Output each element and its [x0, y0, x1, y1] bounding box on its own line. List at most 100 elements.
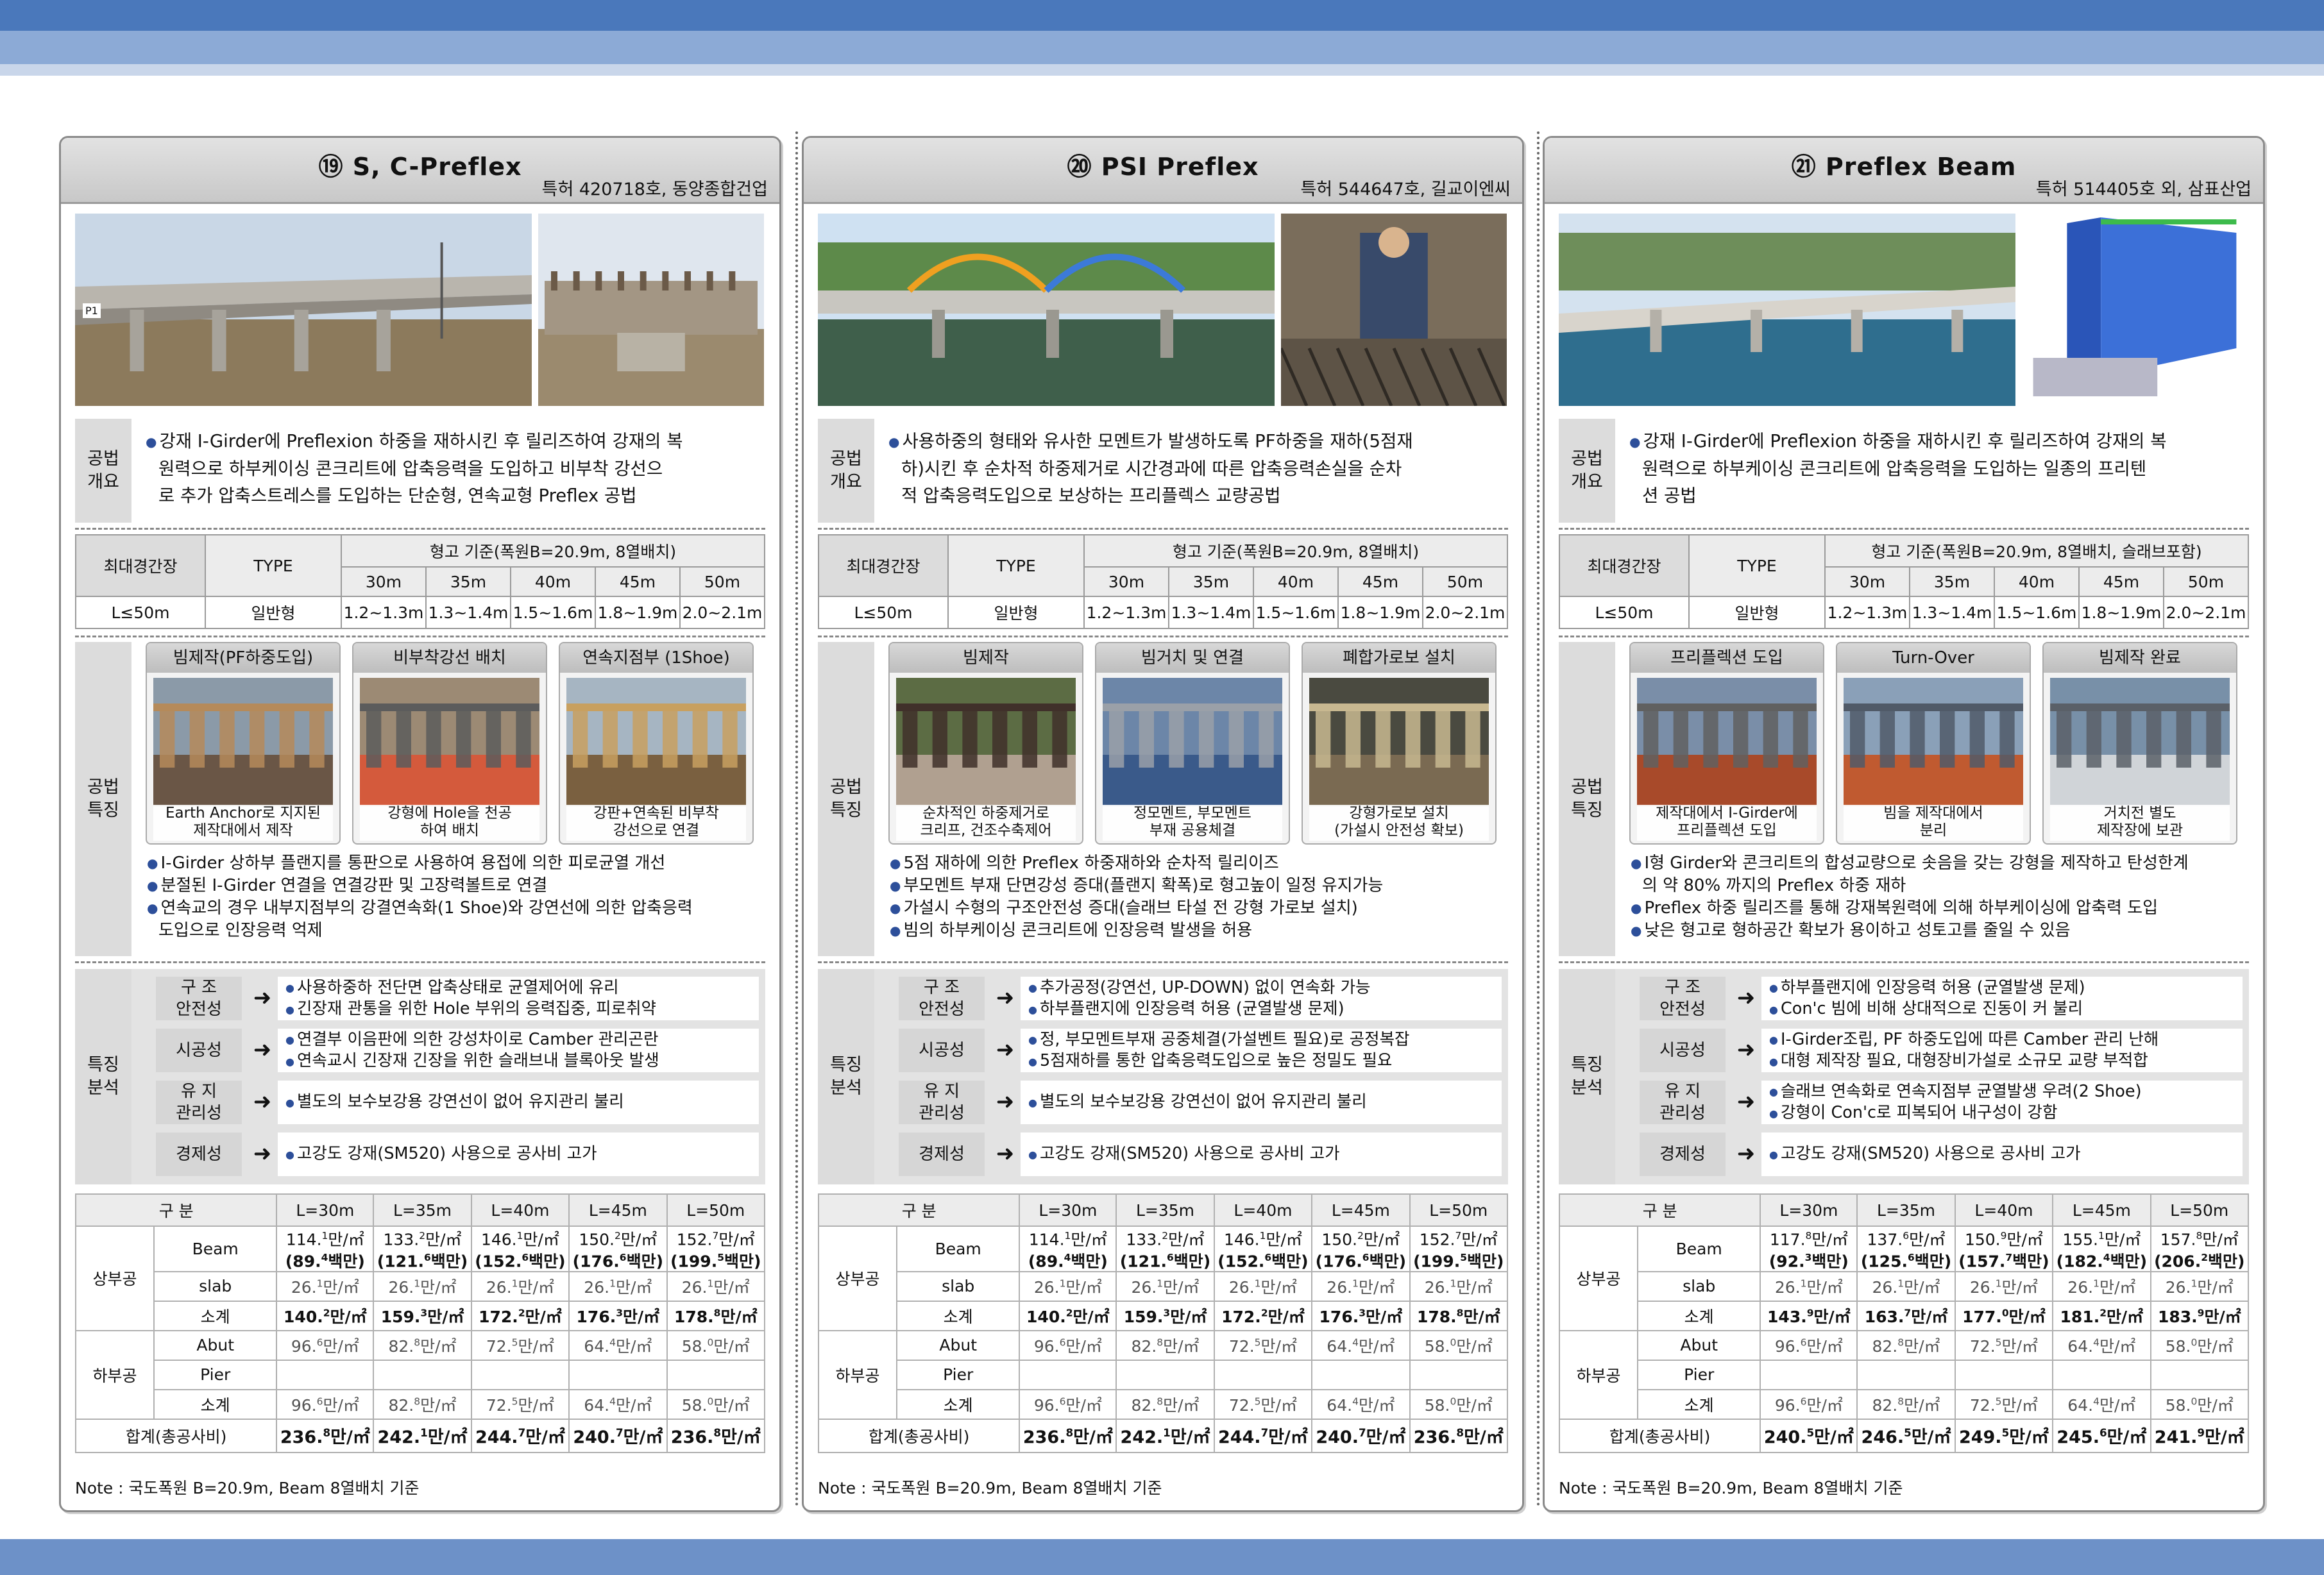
analysis-key: 유 지 관리성	[1640, 1081, 1726, 1124]
bullet-icon: ●	[890, 923, 901, 938]
cost-header: L=35m	[1115, 1193, 1215, 1227]
bullet-icon: ●	[1028, 1055, 1037, 1068]
spec-header-height: 형고 기준(폭원B=20.9m, 8열배치, 슬래브포함)	[1824, 534, 2249, 568]
spec-type-value: 일반형	[1688, 596, 1826, 629]
upper-subtotal: 140.2만/㎡	[276, 1300, 375, 1331]
total-cost: 246.5만/㎡	[1856, 1418, 1956, 1453]
beam-cost: 150.2만/㎡ (176.6백만)	[568, 1225, 668, 1272]
cost-header: L=40m	[1954, 1193, 2054, 1227]
bullet-icon: ●	[1769, 1055, 1778, 1068]
bullet-icon: ●	[1769, 982, 1778, 994]
cost-header: 구 분	[817, 1193, 1021, 1227]
arrow-icon: ➜	[1736, 985, 1756, 1011]
analysis-key: 시공성	[899, 1029, 985, 1072]
feature-item: ● I-Girder 상하부 플랜지를 통판으로 사용하여 용접에 의한 피로균열…	[147, 854, 666, 873]
beam-label: Beam	[1636, 1225, 1761, 1272]
analysis-block: 특징 분석 구 조 안전성 ➜ ● 사용하중하 전단면 압축상태로 균열제어에 유…	[75, 969, 765, 1184]
bullet-icon: ●	[1769, 1148, 1778, 1161]
overview-label: 공법 개요	[1559, 419, 1615, 523]
bullet-icon: ●	[1769, 1107, 1778, 1120]
pier-cost	[1760, 1359, 1858, 1390]
feature-item: ● Preflex 하중 릴리즈를 통해 강재복원력에 의해 하부케이싱에 압축력…	[1631, 898, 2159, 918]
bullet-icon: ●	[285, 1003, 294, 1016]
note-text: Note : 국도폭원 B=20.9m, Beam 8열배치 기준	[818, 1479, 1162, 1497]
bullet-icon: ●	[285, 1148, 294, 1161]
analysis-block: 특징 분석 구 조 안전성 ➜ ● 하부플랜지에 인장응력 허용 (균열발생 문제…	[1559, 969, 2249, 1184]
process-caption: 강형가로보 설치 (가설시 안전성 확보)	[1309, 805, 1489, 841]
cost-header: 구 분	[1558, 1193, 1761, 1227]
spec-span: 30m	[1083, 566, 1169, 597]
slab-cost: 26.1만/㎡	[2052, 1270, 2151, 1302]
abut-cost: 72.5만/㎡	[1213, 1329, 1313, 1361]
beam-cost: 146.1만/㎡ (152.6백만)	[470, 1225, 570, 1272]
cost-header: L=35m	[373, 1193, 472, 1227]
feature-item: ● I형 Girder와 콘크리트의 합성교량으로 솟음을 갖는 강형을 제작하고…	[1631, 854, 2189, 873]
bullet-icon: ●	[1769, 1086, 1778, 1098]
divider	[818, 528, 1508, 530]
cost-table: 구 분 L=30m L=35m L=40m L=45m L=50m 상부공 Beam 117…	[1558, 1193, 2250, 1453]
slab-cost: 26.1만/㎡	[568, 1270, 668, 1302]
pier-cost	[666, 1359, 766, 1390]
process-tile: 빔제작 순차적인 하중제거로 크리프, 건조수축제어	[888, 642, 1083, 845]
spec-header-max: 최대경간장	[1559, 534, 1690, 597]
lower-subtotal: 96.6만/㎡	[1760, 1388, 1858, 1420]
pier-label: P1	[83, 303, 101, 318]
spec-table: 최대경간장 TYPE 형고 기준(폭원B=20.9m, 8열배치, 슬래브포함)…	[1559, 534, 2249, 629]
feature-item: ● 연속교의 경우 내부지점부의 강결연속화(1 Shoe)와 강연선에 의한 압…	[147, 898, 693, 918]
process-tile-title: 빔제작(PF하중도입)	[147, 643, 339, 673]
abut-label: Abut	[1636, 1329, 1761, 1361]
upper-subtotal: 176.3만/㎡	[1311, 1300, 1411, 1331]
bullet-icon: ●	[147, 900, 158, 916]
slab-label: slab	[153, 1270, 278, 1302]
pier-cost	[470, 1359, 570, 1390]
abut-cost: 58.0만/㎡	[666, 1329, 766, 1361]
arrow-icon: ➜	[1736, 1141, 1756, 1167]
upper-subtotal: 159.3만/㎡	[1115, 1300, 1215, 1331]
process-tile: 폐합가로보 설치 강형가로보 설치 (가설시 안전성 확보)	[1302, 642, 1497, 845]
total-cost: 236.8만/㎡	[666, 1418, 766, 1453]
process-photo	[2050, 678, 2230, 806]
panel-header: ⑲ S, C-Preflex 특허 420718호, 동양종합건업	[61, 138, 779, 204]
bullet-icon: ●	[146, 434, 157, 450]
spec-span: 45m	[2078, 566, 2164, 597]
abut-cost: 64.4만/㎡	[568, 1329, 668, 1361]
upper-subtotal: 163.7만/㎡	[1856, 1300, 1956, 1331]
analysis-text: ● 별도의 보수보강용 강연선이 없어 유지관리 불리	[278, 1081, 759, 1124]
beam-cost: 133.2만/㎡ (121.6백만)	[1115, 1225, 1215, 1272]
analysis-row: 시공성 ➜ ● 연결부 이음판에 의한 강성차이로 Camber 관리곤란 ● 연속교…	[156, 1026, 759, 1074]
overview-text: ● 사용하중의 형태와 유사한 모멘트가 발생하도록 PF하중을 재하(5점재 하)…	[888, 428, 1502, 509]
spec-span: 35m	[1909, 566, 1995, 597]
process-tile: 프리플렉션 도입 제작대에서 I-Girder에 프리플렉션 도입	[1629, 642, 1824, 845]
spec-header-type: TYPE	[947, 534, 1085, 597]
construction-photo	[538, 214, 764, 406]
spec-type-value: 일반형	[205, 596, 342, 629]
pier-label: Pier	[895, 1359, 1021, 1390]
cost-table: 구 분 L=30m L=35m L=40m L=45m L=50m 상부공 Beam 114…	[74, 1193, 766, 1453]
spec-max-value: L≤50m	[818, 596, 949, 629]
lower-subtotal: 96.6만/㎡	[276, 1388, 375, 1420]
process-caption: Earth Anchor로 지지된 제작대에서 제작	[153, 805, 333, 841]
feature-list: ● 5점 재하에 의한 Preflex 하중재하와 순차적 릴리이즈 ● 부모멘트 부…	[890, 852, 1502, 942]
lower-subtotal: 58.0만/㎡	[666, 1388, 766, 1420]
lower-subtotal: 72.5만/㎡	[1954, 1388, 2054, 1420]
lower-subtotal: 96.6만/㎡	[1019, 1388, 1117, 1420]
method-panel: ㉑ Preflex Beam 특허 514405호 외, 삼표산업 공법 개요 …	[1543, 136, 2265, 1512]
beam-cost: 114.1만/㎡ (89.4백만)	[276, 1225, 375, 1272]
slab-cost: 26.1만/㎡	[1019, 1270, 1117, 1302]
total-cost: 236.8만/㎡	[1019, 1418, 1117, 1453]
analysis-key: 유 지 관리성	[899, 1081, 985, 1124]
upper-subtotal: 159.3만/㎡	[373, 1300, 472, 1331]
process-caption: 빔을 제작대에서 분리	[1844, 805, 2023, 841]
feature-item: ● 가설시 수형의 구조안전성 증대(슬래브 타설 전 강형 가로보 설치)	[890, 898, 1358, 918]
analysis-block: 특징 분석 구 조 안전성 ➜ ● 추가공정(강연선, UP-DOWN) 없이 연…	[818, 969, 1508, 1184]
pier-label: Pier	[1636, 1359, 1761, 1390]
analysis-row: 시공성 ➜ ● 정, 부모멘트부재 공중체결(가설벤트 필요)로 공정복잡 ● 5점재…	[899, 1026, 1502, 1074]
photo-row	[1559, 214, 2249, 406]
analysis-text: ● 추가공정(강연선, UP-DOWN) 없이 연속화 가능 ● 하부플랜지에 인장응…	[1021, 977, 1502, 1020]
bullet-icon: ●	[1028, 982, 1037, 994]
total-cost: 242.1만/㎡	[1115, 1418, 1215, 1453]
spec-span: 40m	[1253, 566, 1339, 597]
lower-subtotal: 58.0만/㎡	[2150, 1388, 2250, 1420]
abut-cost: 64.4만/㎡	[1311, 1329, 1411, 1361]
lower-label: 하부공	[75, 1329, 154, 1420]
